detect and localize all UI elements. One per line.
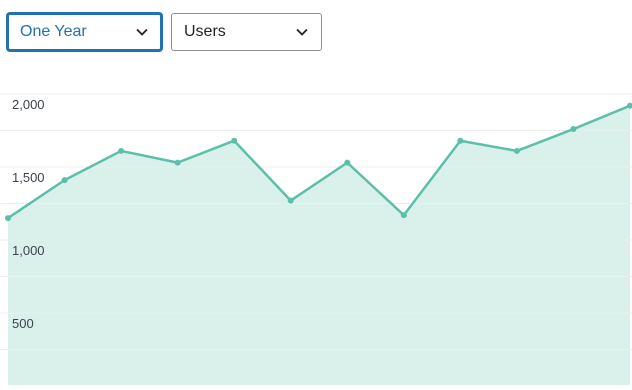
data-point[interactable] xyxy=(513,147,520,154)
chart-svg: 2,000 1,500 1,000 500 xyxy=(0,93,632,386)
series-area xyxy=(8,105,630,386)
data-point[interactable] xyxy=(287,197,294,204)
y-tick-label: 1,000 xyxy=(12,243,45,258)
data-point[interactable] xyxy=(400,212,407,219)
range-select[interactable]: One Year xyxy=(7,13,162,51)
data-point[interactable] xyxy=(231,137,238,144)
y-tick-label: 500 xyxy=(12,316,34,331)
range-select-value: One Year xyxy=(20,23,87,40)
y-tick-label: 1,500 xyxy=(12,170,45,185)
data-point[interactable] xyxy=(344,159,351,166)
y-tick-label: 2,000 xyxy=(12,97,45,112)
data-point[interactable] xyxy=(118,147,125,154)
metric-select-value: Users xyxy=(184,23,226,40)
data-point[interactable] xyxy=(5,215,11,222)
data-point[interactable] xyxy=(61,177,68,184)
data-point[interactable] xyxy=(457,137,464,144)
data-point[interactable] xyxy=(570,126,577,133)
metric-select[interactable]: Users xyxy=(171,13,322,51)
users-chart: 2,000 1,500 1,000 500 xyxy=(0,80,632,386)
chevron-down-icon xyxy=(296,28,308,36)
data-point[interactable] xyxy=(174,159,181,166)
chevron-down-icon xyxy=(136,28,148,36)
